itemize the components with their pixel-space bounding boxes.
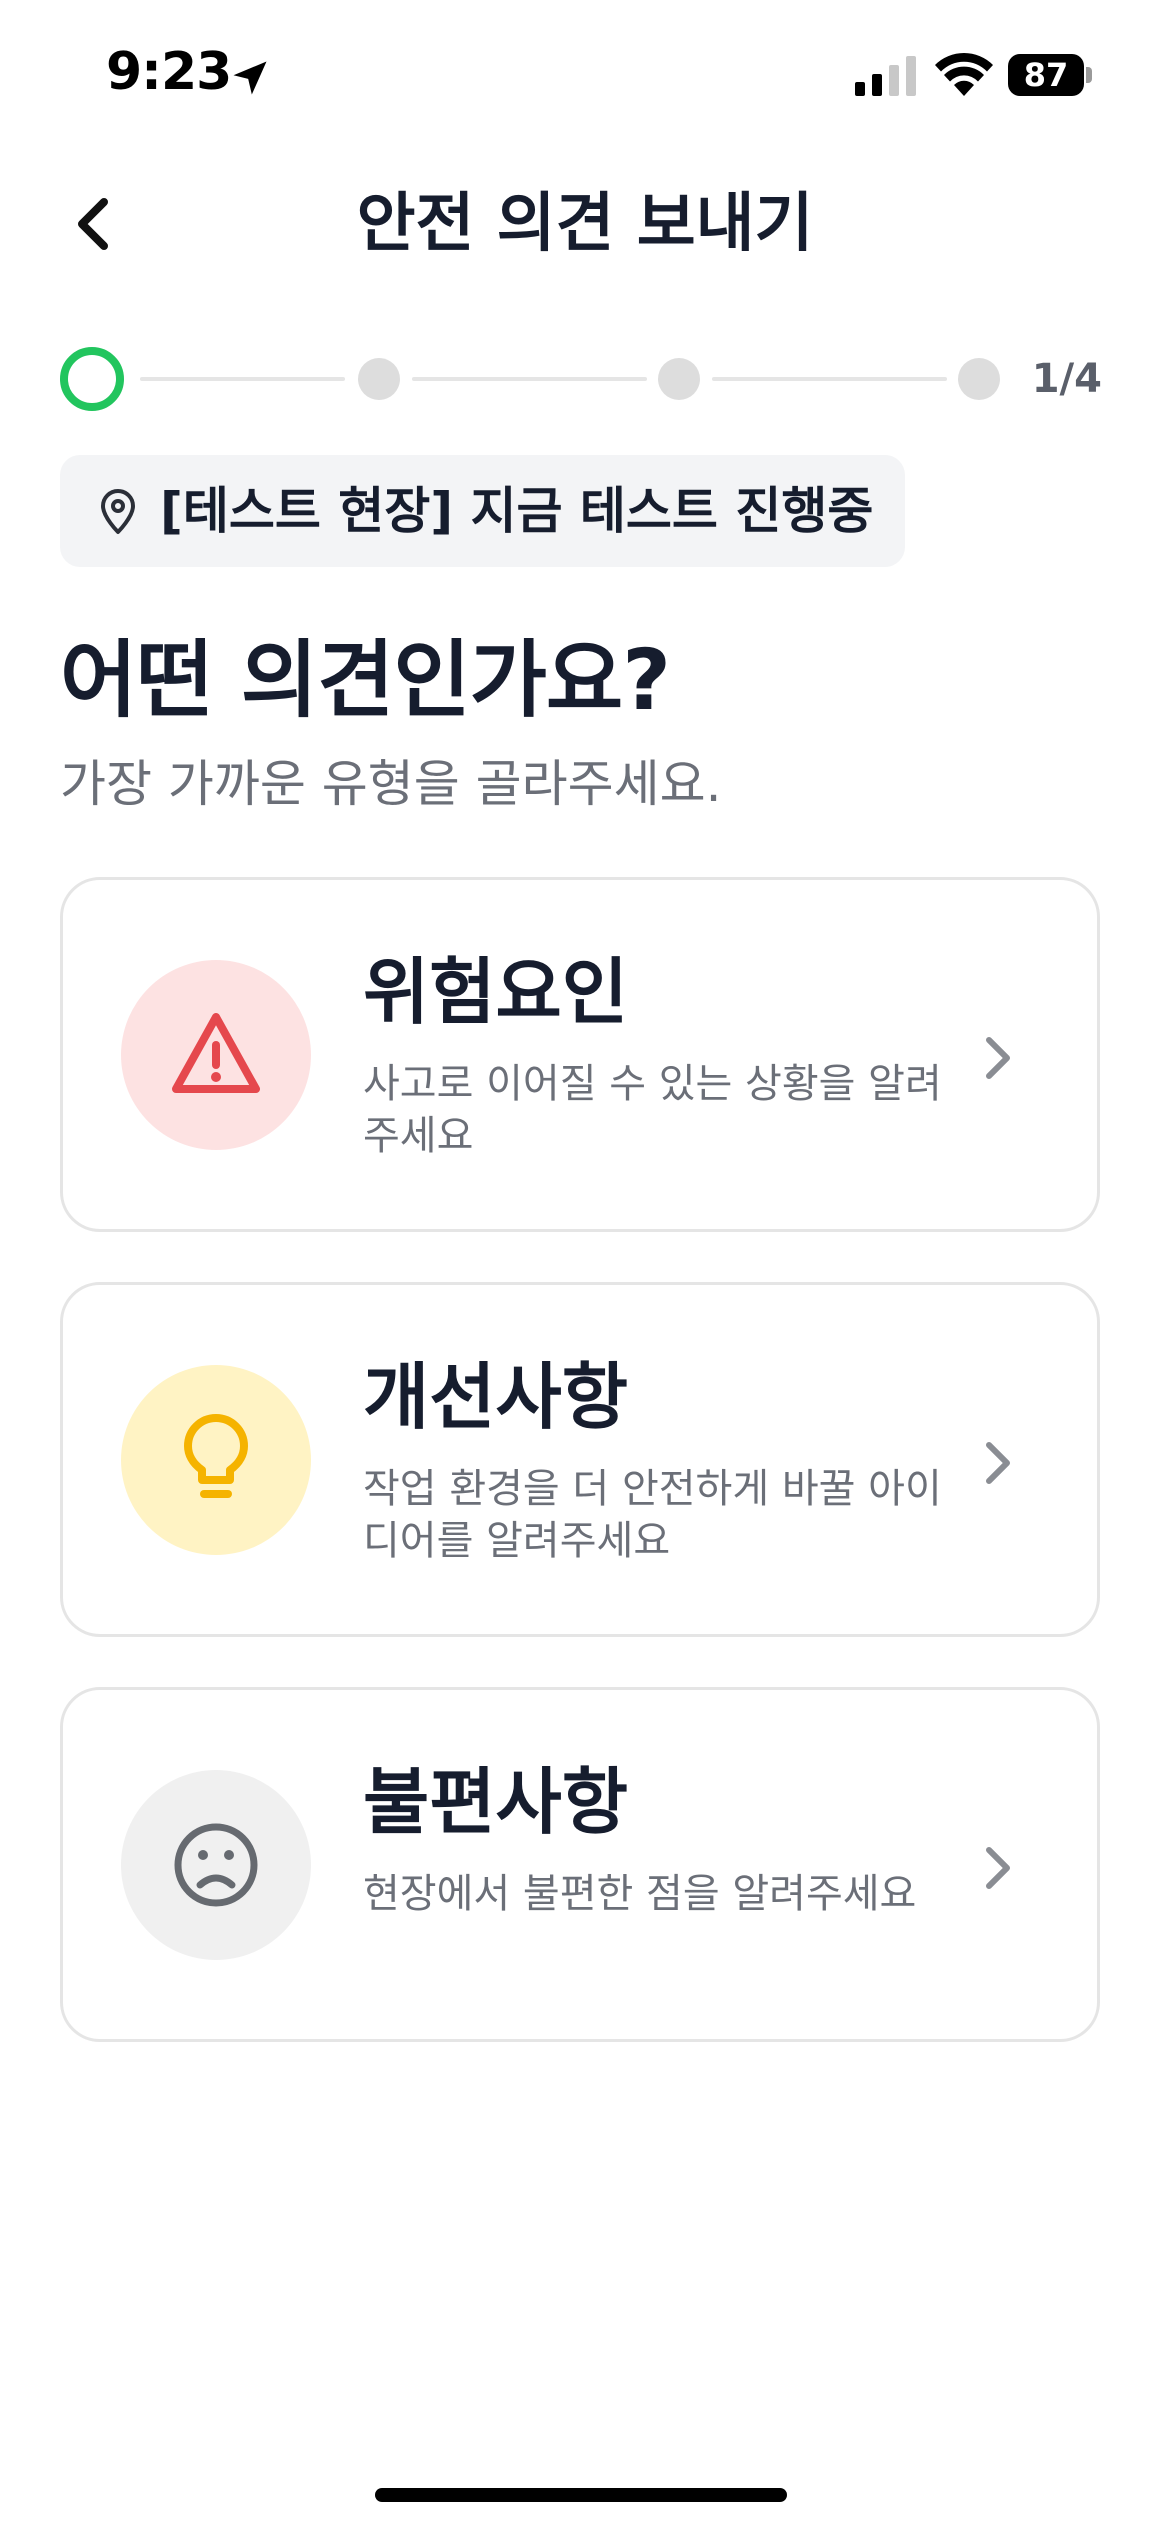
step-count: 1/4 <box>1031 356 1102 402</box>
progress-stepper: 1/4 <box>0 340 1170 420</box>
wifi-icon <box>935 52 993 96</box>
option-icon-bg <box>121 1365 311 1555</box>
option-description: 사고로 이어질 수 있는 상황을 알려주세요 <box>363 1061 942 1159</box>
step-connector <box>140 377 345 381</box>
option-card-inconvenience[interactable]: 불편사항 현장에서 불편한 점을 알려주세요 <box>60 1687 1100 2042</box>
header: 안전 의견 보내기 <box>0 160 1170 290</box>
battery-level: 87 <box>1023 56 1069 94</box>
screen: 9:23 87 안전 의견 보내기 1/4 [테스트 현장] 지금 테스트 진행… <box>0 0 1170 2532</box>
location-chip: [테스트 현장] 지금 테스트 진행중 <box>60 455 905 567</box>
option-icon-bg <box>121 1770 311 1960</box>
step-2 <box>358 358 400 400</box>
chevron-left-icon <box>78 198 108 250</box>
step-connector <box>412 377 647 381</box>
step-4 <box>958 358 1000 400</box>
location-pin-icon <box>101 489 135 534</box>
lightbulb-icon <box>184 1414 248 1498</box>
warning-triangle-icon <box>172 1013 260 1093</box>
step-connector <box>712 377 947 381</box>
chevron-right-icon <box>986 1037 1010 1079</box>
sad-face-icon <box>174 1823 258 1907</box>
back-button[interactable] <box>60 188 132 260</box>
chevron-right-icon <box>986 1847 1010 1889</box>
status-time: 9:23 <box>106 42 232 102</box>
option-title: 개선사항 <box>363 1355 628 1439</box>
question-title: 어떤 의견인가요? <box>60 631 671 729</box>
option-title: 위험요인 <box>363 950 628 1034</box>
cellular-signal-icon <box>855 56 916 96</box>
home-indicator[interactable] <box>375 2488 787 2502</box>
battery-indicator: 87 <box>1008 54 1092 96</box>
location-label: [테스트 현장] 지금 테스트 진행중 <box>160 482 874 540</box>
question-subtitle: 가장 가까운 유형을 골라주세요. <box>60 755 722 813</box>
page-title: 안전 의견 보내기 <box>356 187 814 261</box>
step-3 <box>658 358 700 400</box>
option-icon-bg <box>121 960 311 1150</box>
option-title: 불편사항 <box>363 1760 628 1844</box>
status-bar: 9:23 87 <box>0 0 1170 150</box>
option-card-hazard[interactable]: 위험요인 사고로 이어질 수 있는 상황을 알려주세요 <box>60 877 1100 1232</box>
option-description: 현장에서 불편한 점을 알려주세요 <box>363 1871 917 1917</box>
option-description: 작업 환경을 더 안전하게 바꿀 아이디어를 알려주세요 <box>363 1466 942 1564</box>
chevron-right-icon <box>986 1442 1010 1484</box>
option-card-improvement[interactable]: 개선사항 작업 환경을 더 안전하게 바꿀 아이디어를 알려주세요 <box>60 1282 1100 1637</box>
step-1-current <box>60 347 124 411</box>
location-arrow-icon <box>233 61 267 95</box>
